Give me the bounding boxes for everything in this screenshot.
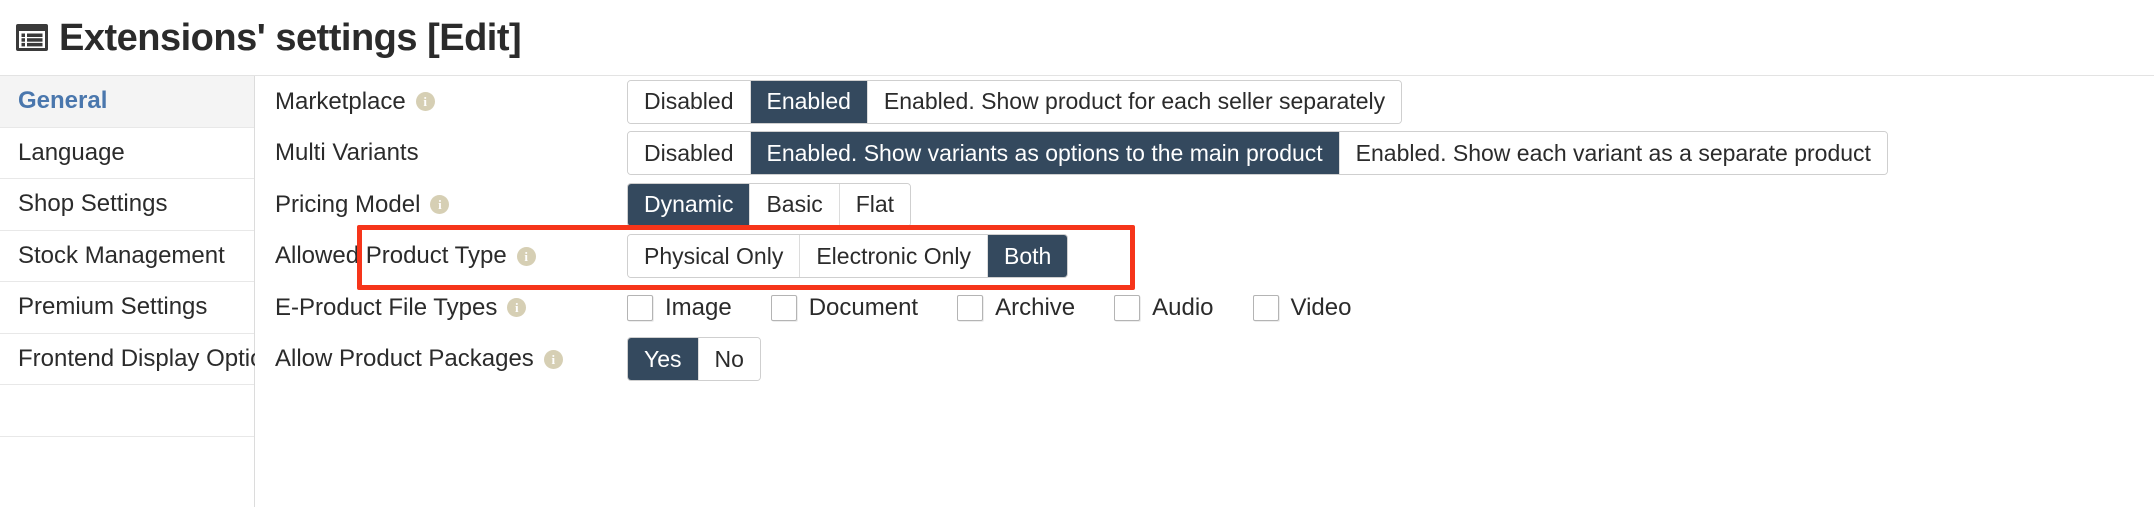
setting-control-allow-product-packages: Yes No (627, 337, 761, 382)
option-allowed-product-type-both[interactable]: Both (988, 235, 1068, 278)
sidebar-item-label: General (18, 87, 108, 115)
checkbox-item-audio[interactable]: Audio (1114, 293, 1214, 322)
checkbox-item-image[interactable]: Image (627, 294, 732, 322)
setting-control-pricing-model: Dynamic Basic Flat (627, 182, 912, 227)
setting-row-multi-variants: Multi Variants Disabled Enabled. Show va… (275, 128, 2154, 180)
button-group-allow-product-packages: Yes No (627, 337, 761, 382)
setting-row-eproduct-file-types: E-Product File Types i Image Document Ar… (275, 282, 2154, 334)
setting-control-eproduct-file-types: Image Document Archive Audio Video (627, 294, 1351, 322)
settings-form: Marketplace i Disabled Enabled Enabled. … (255, 76, 2154, 507)
sidebar-item-general[interactable]: General (0, 76, 254, 128)
info-icon[interactable]: i (507, 298, 527, 318)
option-marketplace-disabled[interactable]: Disabled (628, 80, 751, 123)
setting-label-marketplace: Marketplace i (275, 88, 627, 116)
setting-row-marketplace: Marketplace i Disabled Enabled Enabled. … (275, 76, 2154, 128)
checkbox-label: Image (665, 293, 732, 321)
setting-control-allowed-product-type: Physical Only Electronic Only Both (627, 234, 1069, 279)
option-allow-product-packages-no[interactable]: No (698, 338, 760, 381)
option-multi-variants-disabled[interactable]: Disabled (628, 132, 751, 175)
setting-control-marketplace: Disabled Enabled Enabled. Show product f… (627, 79, 1403, 124)
setting-label-pricing-model: Pricing Model i (275, 191, 627, 219)
sidebar-item-label: Stock Management (18, 241, 225, 269)
option-marketplace-enabled-per-seller[interactable]: Enabled. Show product for each seller se… (867, 80, 1402, 123)
checkbox-item-archive[interactable]: Archive (957, 294, 1075, 322)
sidebar-item-language[interactable]: Language (0, 127, 254, 179)
option-allowed-product-type-electronic-only[interactable]: Electronic Only (800, 235, 988, 278)
setting-label-multi-variants: Multi Variants (275, 139, 627, 167)
list-table-icon (16, 24, 48, 51)
button-group-pricing-model: Dynamic Basic Flat (627, 182, 912, 227)
option-marketplace-enabled[interactable]: Enabled (750, 80, 868, 123)
option-allow-product-packages-yes[interactable]: Yes (628, 338, 699, 381)
option-pricing-model-dynamic[interactable]: Dynamic (628, 183, 751, 226)
setting-label-allow-product-packages: Allow Product Packages i (275, 345, 627, 373)
option-allowed-product-type-physical-only[interactable]: Physical Only (628, 235, 801, 278)
sidebar-item-next[interactable] (0, 385, 254, 437)
sidebar-item-label: Shop Settings (18, 190, 168, 218)
checkbox-item-video[interactable]: Video (1252, 293, 1352, 322)
checkbox-document[interactable] (770, 294, 797, 321)
setting-label-allowed-product-type: Allowed Product Type i (275, 242, 627, 270)
setting-row-allow-product-packages: Allow Product Packages i Yes No (275, 334, 2154, 386)
setting-label-eproduct-file-types: E-Product File Types i (275, 294, 627, 322)
checkbox-label: Document (808, 293, 919, 321)
button-group-allowed-product-type: Physical Only Electronic Only Both (627, 234, 1069, 279)
sidebar-item-shop-settings[interactable]: Shop Settings (0, 179, 254, 231)
label-text: Marketplace (275, 87, 406, 115)
checkbox-item-document[interactable]: Document (770, 293, 919, 322)
info-icon[interactable]: i (415, 92, 435, 112)
checkbox-label: Video (1290, 293, 1352, 321)
checkbox-group-eproduct-file-types: Image Document Archive Audio Video (627, 294, 1351, 322)
setting-row-allowed-product-type: Allowed Product Type i Physical Only Ele… (275, 231, 2154, 283)
checkbox-archive[interactable] (957, 294, 984, 321)
checkbox-label: Archive (995, 293, 1076, 321)
sidebar-item-label: Premium Settings (18, 293, 208, 321)
page-header: Extensions' settings [Edit] (0, 0, 2154, 76)
info-icon[interactable]: i (430, 195, 450, 215)
checkbox-label: Audio (1152, 293, 1214, 321)
label-text: Pricing Model (275, 190, 421, 218)
button-group-marketplace: Disabled Enabled Enabled. Show product f… (627, 79, 1403, 124)
checkbox-video[interactable] (1252, 294, 1279, 321)
option-multi-variants-as-options[interactable]: Enabled. Show variants as options to the… (750, 132, 1340, 175)
label-text: Allowed Product Type (275, 242, 507, 270)
option-multi-variants-separate-product[interactable]: Enabled. Show each variant as a separate… (1339, 132, 1887, 175)
settings-sidebar: General Language Shop Settings Stock Man… (0, 76, 289, 507)
checkbox-image[interactable] (627, 294, 653, 321)
option-pricing-model-basic[interactable]: Basic (750, 183, 840, 226)
page-title: Extensions' settings [Edit] (59, 16, 522, 59)
checkbox-audio[interactable] (1114, 294, 1141, 321)
sidebar-item-stock-management[interactable]: Stock Management (0, 230, 254, 282)
button-group-multi-variants: Disabled Enabled. Show variants as optio… (627, 131, 1888, 176)
sidebar-item-label: Language (18, 138, 125, 166)
page-body: General Language Shop Settings Stock Man… (0, 76, 2154, 507)
sidebar-item-frontend-display-options[interactable]: Frontend Display Options (0, 333, 289, 385)
label-text: Multi Variants (275, 139, 419, 167)
setting-row-pricing-model: Pricing Model i Dynamic Basic Flat (275, 179, 2154, 231)
sidebar-item-premium-settings[interactable]: Premium Settings (0, 282, 254, 334)
info-icon[interactable]: i (543, 349, 563, 369)
sidebar-item-label: Frontend Display Options (18, 344, 289, 372)
extensions-settings-page: Extensions' settings [Edit] General Lang… (0, 0, 2154, 508)
setting-control-multi-variants: Disabled Enabled. Show variants as optio… (627, 131, 1888, 176)
label-text: E-Product File Types (275, 293, 498, 321)
label-text: Allow Product Packages (275, 345, 534, 373)
option-pricing-model-flat[interactable]: Flat (839, 183, 911, 226)
info-icon[interactable]: i (516, 246, 536, 266)
